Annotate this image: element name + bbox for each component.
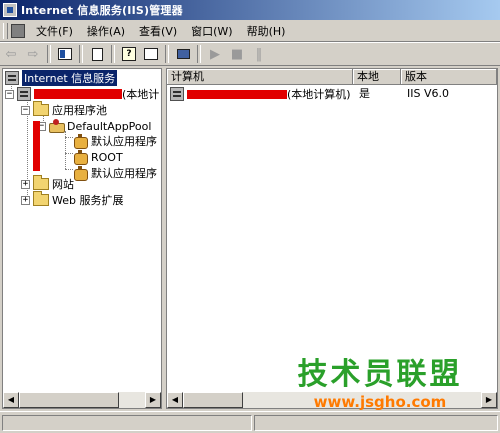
tree-pane[interactable]: Internet 信息服务 − (本地计 − 应用程序池 − DefaultAp… bbox=[2, 68, 162, 409]
scroll-thumb[interactable] bbox=[19, 392, 119, 408]
title-bar[interactable]: Internet 信息服务(IIS)管理器 bbox=[0, 0, 500, 20]
properties-icon bbox=[144, 48, 158, 60]
back-arrow-icon: ⇦ bbox=[5, 46, 17, 62]
iis-app-icon[interactable] bbox=[3, 3, 17, 17]
pause-button[interactable]: ‖ bbox=[248, 44, 270, 64]
tree-item-websites[interactable]: + 网站 bbox=[21, 175, 74, 192]
tree-item-label: 默认应用程序 bbox=[91, 135, 157, 148]
help-icon: ? bbox=[122, 47, 136, 61]
tree-connector bbox=[65, 169, 73, 170]
tree-item-root[interactable]: Internet 信息服务 bbox=[5, 70, 118, 86]
toolbar-separator bbox=[111, 45, 115, 63]
tree-item-pool-app[interactable]: ROOT bbox=[73, 149, 123, 165]
forward-arrow-icon: ⇨ bbox=[27, 46, 39, 62]
scroll-right-button[interactable]: ▶ bbox=[481, 392, 497, 408]
expand-toggle[interactable]: + bbox=[21, 179, 30, 189]
tree-item-pool-app[interactable]: 默认应用程序 bbox=[73, 165, 157, 181]
redacted-name bbox=[187, 89, 287, 99]
expand-toggle[interactable]: + bbox=[21, 195, 30, 205]
system-menu-icon[interactable] bbox=[11, 23, 25, 38]
tree-item-app-pools[interactable]: − 应用程序池 bbox=[21, 101, 107, 118]
export-list-icon bbox=[91, 47, 103, 61]
collapse-toggle[interactable]: − bbox=[21, 105, 30, 115]
tree-item-label: ROOT bbox=[91, 150, 123, 164]
help-button[interactable]: ? bbox=[118, 44, 140, 64]
menu-file[interactable]: 文件(F) bbox=[29, 23, 80, 39]
stop-button[interactable]: ■ bbox=[226, 44, 248, 64]
tree-item-pool-app[interactable]: 默认应用程序 bbox=[73, 133, 157, 149]
forward-button[interactable]: ⇨ bbox=[22, 44, 44, 64]
folder-icon bbox=[33, 101, 49, 116]
computer-icon bbox=[17, 87, 31, 101]
tree-item-computer[interactable]: − (本地计 bbox=[5, 86, 159, 102]
play-icon: ▶ bbox=[210, 46, 220, 62]
local-value: 是 bbox=[359, 87, 370, 100]
redacted-name bbox=[34, 89, 122, 99]
toolbar-separator bbox=[165, 45, 169, 63]
back-button[interactable]: ⇦ bbox=[0, 44, 22, 64]
show-hide-tree-icon bbox=[58, 48, 72, 60]
window-title: Internet 信息服务(IIS)管理器 bbox=[21, 4, 183, 17]
menu-action[interactable]: 操作(A) bbox=[80, 23, 132, 39]
tree-item-label: (本地计 bbox=[122, 88, 160, 101]
annotation-mark bbox=[33, 121, 40, 171]
menu-bar: 文件(F) 操作(A) 查看(V) 窗口(W) 帮助(H) bbox=[0, 20, 500, 42]
scroll-thumb[interactable] bbox=[183, 392, 243, 408]
iis-root-icon bbox=[5, 71, 19, 85]
scroll-right-button[interactable]: ▶ bbox=[145, 392, 161, 408]
export-list-button[interactable] bbox=[86, 44, 108, 64]
status-bar bbox=[0, 411, 500, 433]
tree-item-web-service-extensions[interactable]: + Web 服务扩展 bbox=[21, 191, 124, 208]
connect-computer-icon bbox=[176, 49, 190, 59]
menu-help[interactable]: 帮助(H) bbox=[240, 23, 293, 39]
list-horizontal-scrollbar[interactable]: ◀ ▶ bbox=[167, 392, 497, 408]
list-pane[interactable]: 计算机 本地 版本 (本地计算机) 是 IIS V6.0 ◀ ▶ bbox=[166, 68, 498, 409]
toolbar-separator bbox=[47, 45, 51, 63]
tree-item-label: 默认应用程序 bbox=[91, 167, 157, 180]
computer-icon bbox=[170, 87, 184, 101]
app-pool-icon bbox=[49, 119, 65, 133]
menu-grip bbox=[3, 22, 8, 39]
column-header-version[interactable]: 版本 bbox=[401, 69, 497, 85]
tree-item-label: DefaultAppPool bbox=[67, 119, 152, 133]
toolbar: ⇦ ⇨ ? ▶ ■ ‖ bbox=[0, 42, 500, 66]
tree-horizontal-scrollbar[interactable]: ◀ ▶ bbox=[3, 392, 161, 408]
start-button[interactable]: ▶ bbox=[204, 44, 226, 64]
status-cell bbox=[254, 415, 498, 431]
application-icon bbox=[73, 134, 88, 149]
tree-item-label: 应用程序池 bbox=[52, 104, 107, 117]
list-item-computer[interactable]: (本地计算机) bbox=[170, 86, 351, 102]
folder-icon bbox=[33, 175, 49, 190]
tree-item-default-app-pool[interactable]: − DefaultAppPool bbox=[37, 118, 151, 134]
folder-icon bbox=[33, 191, 49, 206]
column-header-local[interactable]: 本地 bbox=[353, 69, 401, 85]
application-icon bbox=[73, 150, 88, 165]
stop-icon: ■ bbox=[230, 46, 244, 62]
menu-view[interactable]: 查看(V) bbox=[132, 23, 184, 39]
connect-computer-button[interactable] bbox=[172, 44, 194, 64]
scroll-left-button[interactable]: ◀ bbox=[3, 392, 19, 408]
computer-name: (本地计算机) bbox=[287, 88, 351, 101]
menu-window[interactable]: 窗口(W) bbox=[184, 23, 239, 39]
application-icon bbox=[73, 166, 88, 181]
tree-item-label: Web 服务扩展 bbox=[52, 194, 124, 207]
version-value: IIS V6.0 bbox=[407, 87, 449, 100]
collapse-toggle[interactable]: − bbox=[5, 89, 14, 99]
scroll-left-button[interactable]: ◀ bbox=[167, 392, 183, 408]
column-header-computer[interactable]: 计算机 bbox=[167, 69, 353, 85]
tree-item-label: 网站 bbox=[52, 178, 74, 191]
status-cell bbox=[2, 415, 252, 431]
tree-connector bbox=[65, 137, 73, 138]
show-hide-tree-button[interactable] bbox=[54, 44, 76, 64]
pause-icon: ‖ bbox=[255, 46, 263, 62]
tree-connector bbox=[65, 153, 73, 154]
tree-item-label: Internet 信息服务 bbox=[22, 70, 118, 86]
toolbar-separator bbox=[79, 45, 83, 63]
properties-button[interactable] bbox=[140, 44, 162, 64]
toolbar-separator bbox=[197, 45, 201, 63]
